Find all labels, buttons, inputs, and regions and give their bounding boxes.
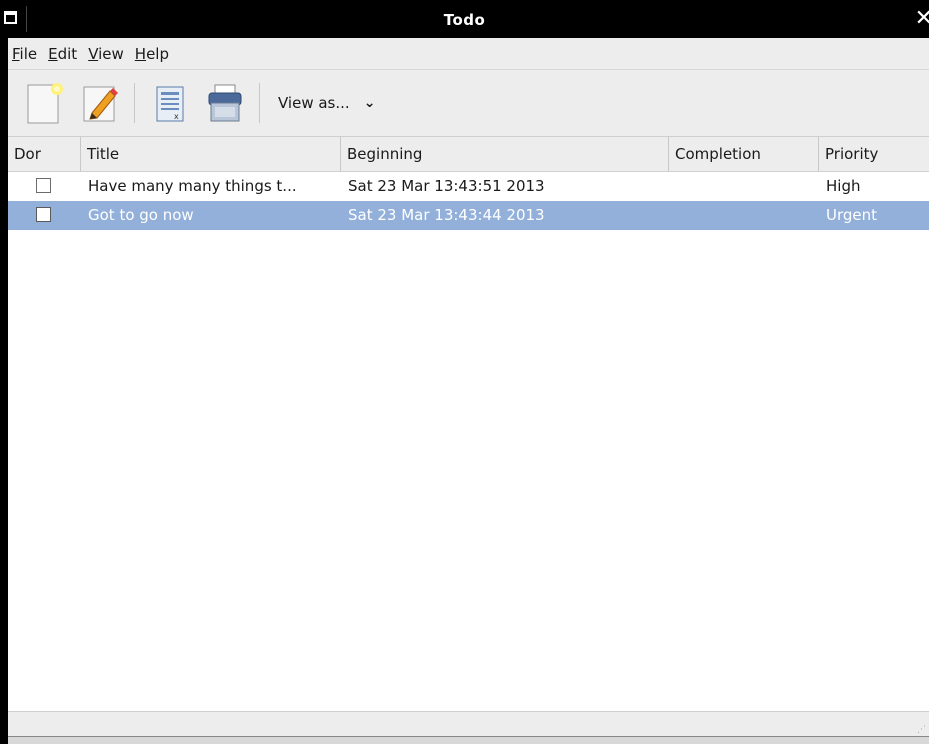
task-priority: High	[826, 177, 861, 195]
task-title: Have many many things t...	[88, 177, 297, 195]
toolbar-separator	[134, 83, 135, 123]
table-header: Dor Title Beginning Completion Priority	[8, 137, 929, 172]
window-title: Todo	[443, 11, 486, 29]
table-row[interactable]: Have many many things t... Sat 23 Mar 13…	[8, 172, 929, 201]
toolbar-separator	[259, 83, 260, 123]
task-completion	[676, 201, 816, 230]
app-window: File Edit View Help x View as... ⌄ Dor T…	[8, 38, 929, 744]
task-title: Got to go now	[88, 206, 194, 224]
task-completion	[676, 172, 816, 201]
edit-pencil-icon	[83, 86, 118, 122]
table-row[interactable]: Got to go now Sat 23 Mar 13:43:44 2013 U…	[8, 201, 929, 230]
task-priority: Urgent	[826, 206, 878, 224]
toolbar: x View as... ⌄	[8, 70, 929, 137]
done-checkbox[interactable]	[36, 178, 51, 193]
menubar: File Edit View Help	[8, 38, 929, 70]
column-header-title[interactable]: Title	[80, 137, 340, 171]
printer-icon	[208, 84, 242, 122]
close-icon[interactable]: ✕	[915, 6, 929, 31]
document-properties-icon: x	[156, 86, 184, 122]
task-beginning: Sat 23 Mar 13:43:44 2013	[348, 206, 545, 224]
new-task-button[interactable]	[22, 79, 66, 127]
resize-grip-icon[interactable]: ⋰	[917, 725, 926, 735]
menu-help[interactable]: Help	[133, 45, 178, 63]
menu-view[interactable]: View	[86, 45, 133, 63]
view-as-label: View as...	[278, 94, 350, 112]
view-as-dropdown[interactable]: View as... ⌄	[278, 94, 375, 112]
column-header-beginning[interactable]: Beginning	[340, 137, 668, 171]
svg-text:x: x	[174, 112, 179, 121]
done-checkbox[interactable]	[36, 207, 51, 222]
column-header-priority[interactable]: Priority	[818, 137, 929, 171]
column-header-done[interactable]: Dor	[8, 137, 80, 171]
menu-file[interactable]: File	[10, 45, 46, 63]
print-button[interactable]	[203, 79, 247, 127]
chevron-down-icon: ⌄	[363, 95, 376, 111]
task-beginning: Sat 23 Mar 13:43:51 2013	[348, 177, 545, 195]
status-bar: ⋰	[8, 711, 929, 737]
new-document-icon	[27, 83, 63, 124]
menu-edit[interactable]: Edit	[46, 45, 86, 63]
column-header-completion[interactable]: Completion	[668, 137, 818, 171]
todo-list[interactable]: Dor Title Beginning Completion Priority …	[8, 137, 929, 711]
properties-button[interactable]: x	[147, 79, 191, 127]
edit-task-button[interactable]	[78, 79, 122, 127]
window-titlebar: Todo ✕	[0, 0, 929, 38]
